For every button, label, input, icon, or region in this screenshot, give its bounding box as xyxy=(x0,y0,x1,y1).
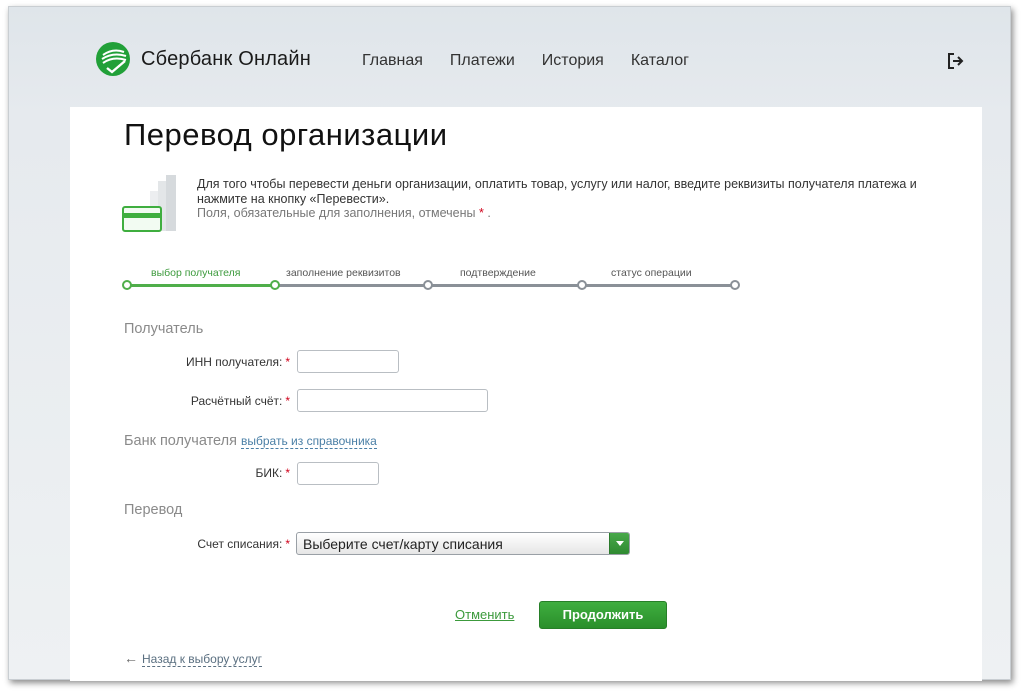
nav-item-history[interactable]: История xyxy=(542,52,604,70)
arrow-left-icon: ← xyxy=(124,650,138,666)
main-nav: Главная Платежи История Каталог xyxy=(362,52,716,70)
section-bank-title-text: Банк получателя xyxy=(124,433,237,449)
required-mark: * xyxy=(285,355,290,369)
logout-icon[interactable] xyxy=(946,51,966,71)
debit-account-label-text: Счет списания: xyxy=(197,537,283,551)
required-mark: * xyxy=(479,206,484,220)
debit-account-label: Счет списания: * xyxy=(197,537,290,551)
page-title: Перевод организации xyxy=(124,117,448,152)
step-line-done xyxy=(127,284,275,287)
cancel-link[interactable]: Отменить xyxy=(455,607,514,622)
back-link-text: Назад к выбору услуг xyxy=(142,652,262,667)
info-text: Для того чтобы перевести деньги организа… xyxy=(197,177,967,221)
account-label-text: Расчётный счёт: xyxy=(190,394,283,408)
required-mark: * xyxy=(285,394,290,408)
info-description: Для того чтобы перевести деньги организа… xyxy=(197,177,917,206)
account-label: Расчётный счёт: * xyxy=(191,394,290,408)
brand-name: Сбербанк Онлайн xyxy=(141,47,312,70)
header: Сбербанк Онлайн Главная Платежи История … xyxy=(9,7,1012,107)
required-mark: * xyxy=(285,537,290,551)
required-note: Поля, обязательные для заполнения, отмеч… xyxy=(197,206,491,220)
organization-building-icon xyxy=(122,175,176,232)
back-link[interactable]: ← Назад к выбору услуг xyxy=(124,650,262,667)
sberbank-logo-icon xyxy=(96,42,130,76)
step-dot xyxy=(577,280,587,290)
section-recipient-title: Получатель xyxy=(124,321,204,337)
section-bank-title: Банк получателя выбрать из справочника xyxy=(124,433,377,449)
inn-input[interactable] xyxy=(297,350,399,373)
step-line-pending xyxy=(275,284,735,287)
inn-label-text: ИНН получателя: xyxy=(185,355,283,369)
chevron-down-icon[interactable] xyxy=(609,533,629,554)
brand-logo[interactable]: Сбербанк Онлайн xyxy=(95,41,311,77)
bik-label: БИК: * xyxy=(256,466,291,480)
content-panel: Перевод организации Для того чтобы перев… xyxy=(70,107,982,681)
step-dot xyxy=(122,280,132,290)
account-input[interactable] xyxy=(297,389,488,412)
nav-item-catalog[interactable]: Каталог xyxy=(631,52,689,70)
required-mark: * xyxy=(285,466,290,480)
app-window: Сбербанк Онлайн Главная Платежи История … xyxy=(8,6,1012,681)
continue-button[interactable]: Продолжить xyxy=(539,601,667,629)
step-label-status: статус операции xyxy=(611,267,692,279)
bik-input[interactable] xyxy=(297,462,379,485)
step-dot xyxy=(423,280,433,290)
debit-account-selected: Выберите счет/карту списания xyxy=(303,536,503,552)
progress-steps: выбор получателя заполнение реквизитов п… xyxy=(122,267,742,290)
step-label-fill-details: заполнение реквизитов xyxy=(286,267,401,279)
section-transfer-title: Перевод xyxy=(124,502,183,518)
step-label-choose-recipient: выбор получателя xyxy=(151,267,241,279)
inn-label: ИНН получателя: * xyxy=(186,355,290,369)
required-note-text: Поля, обязательные для заполнения, отмеч… xyxy=(197,206,476,220)
nav-item-home[interactable]: Главная xyxy=(362,52,423,70)
nav-item-payments[interactable]: Платежи xyxy=(450,52,515,70)
debit-account-select[interactable]: Выберите счет/карту списания xyxy=(296,532,630,555)
bik-label-text: БИК: xyxy=(255,466,283,480)
step-dot xyxy=(730,280,740,290)
step-label-confirmation: подтверждение xyxy=(460,267,536,279)
directory-link[interactable]: выбрать из справочника xyxy=(240,434,377,449)
step-dot xyxy=(270,280,280,290)
